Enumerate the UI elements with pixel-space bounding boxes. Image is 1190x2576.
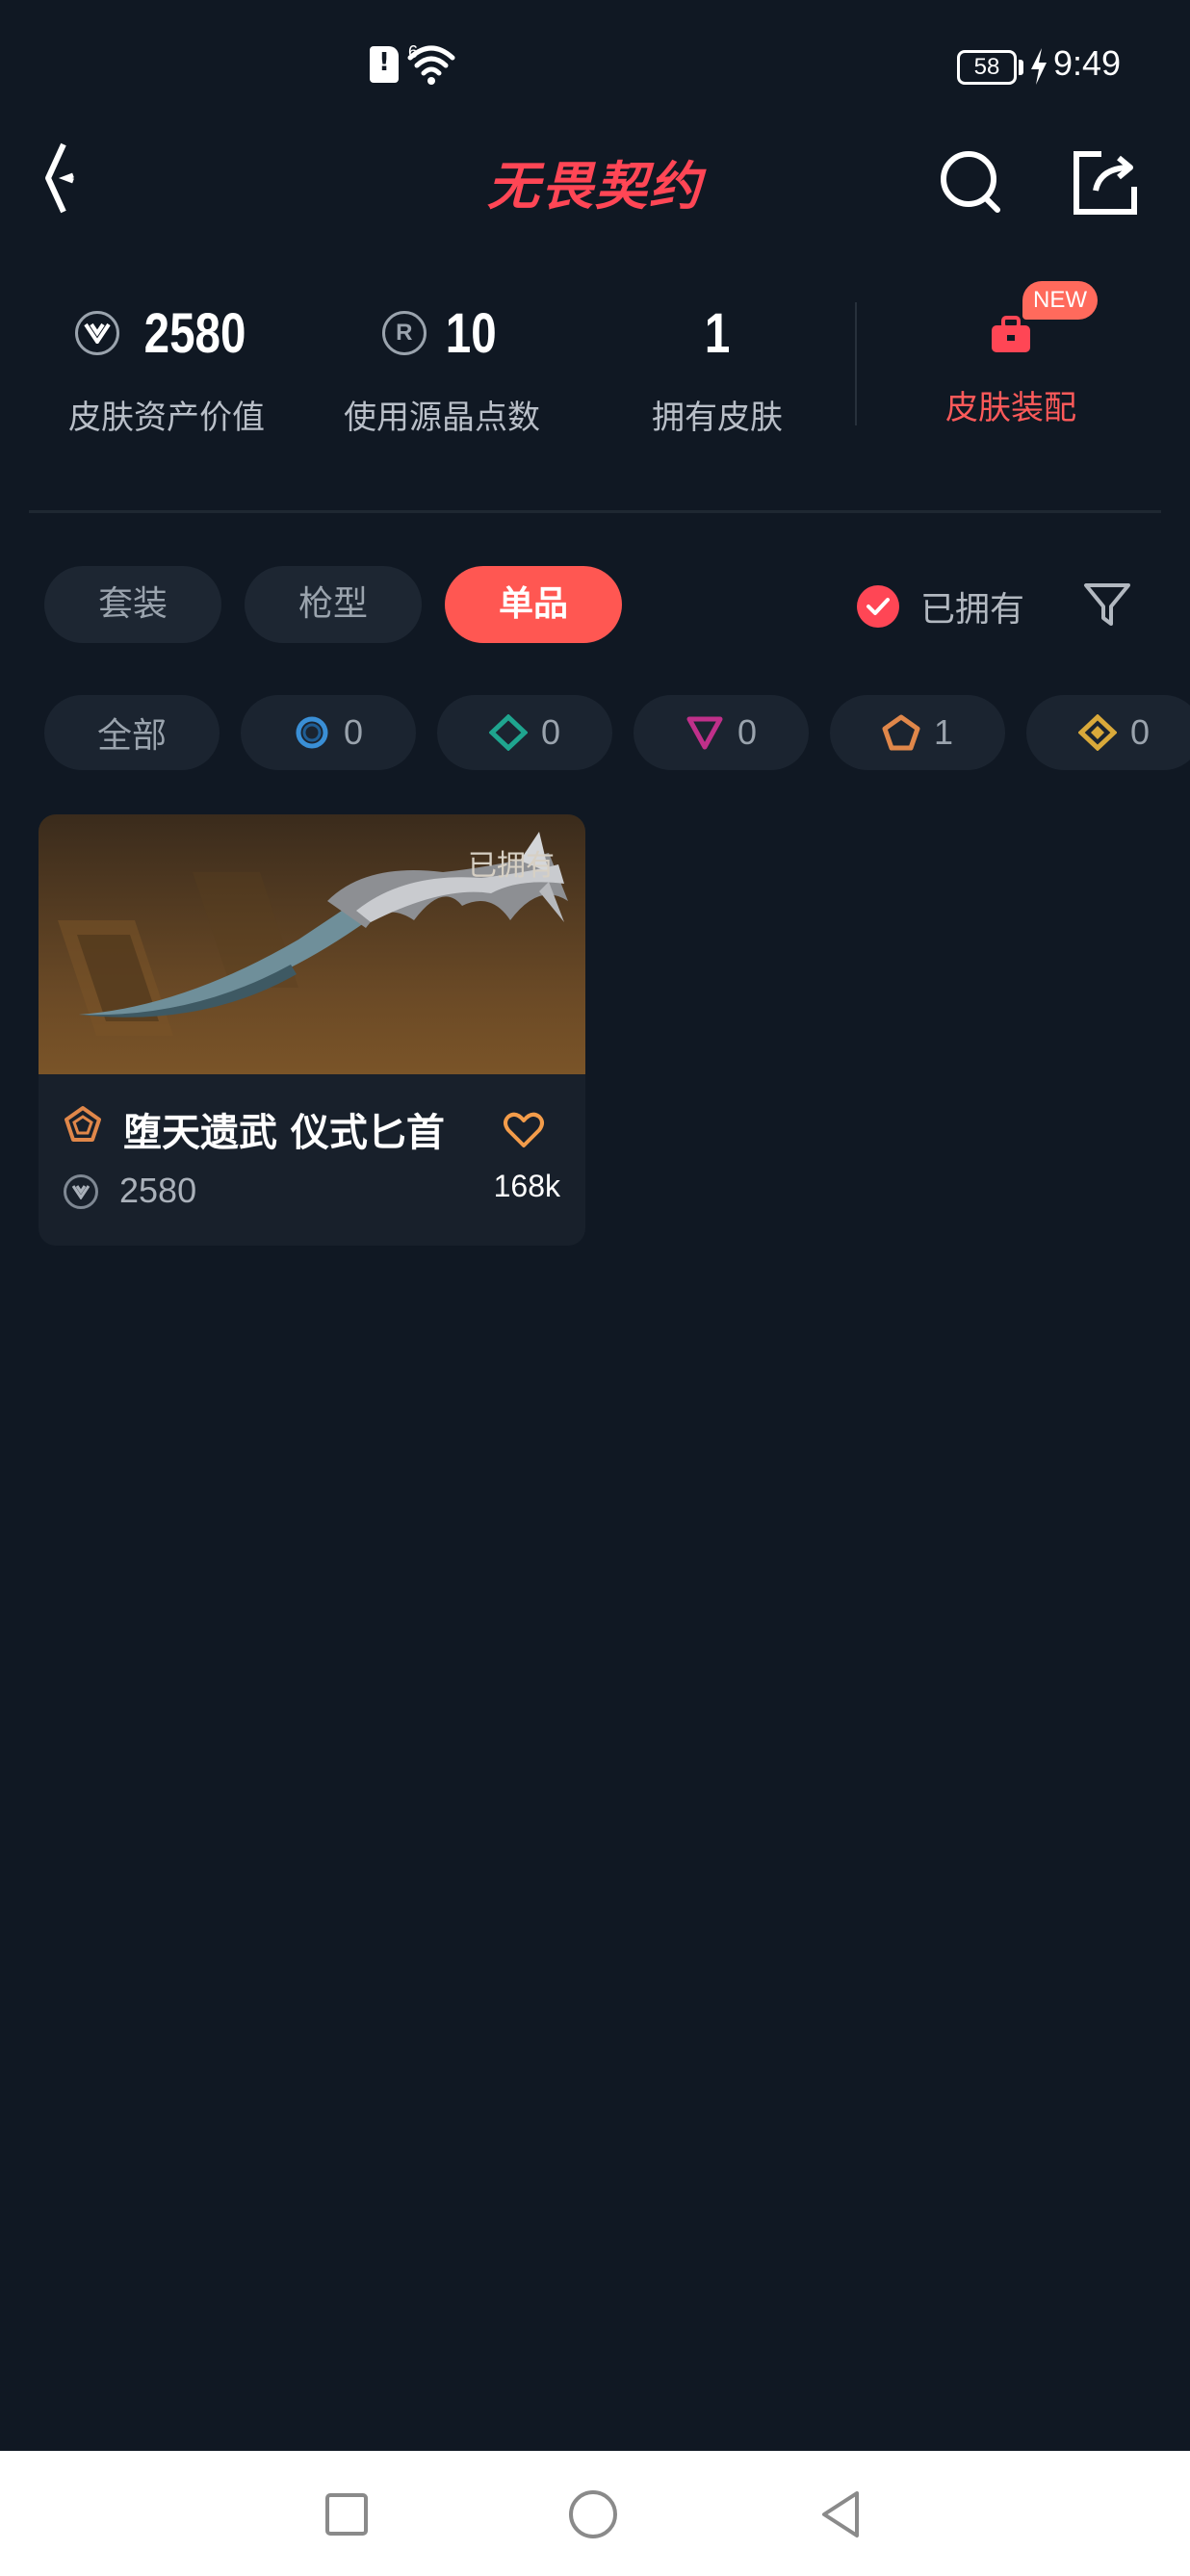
tier-chip-count: 0 <box>540 712 561 752</box>
tier-chip-ultra[interactable]: 0 <box>1026 695 1190 770</box>
owned-filter-label: 已拥有 <box>920 590 1025 630</box>
stat-skin-value: 2580 皮肤资产价值 <box>27 295 306 438</box>
tier-chip-premium[interactable]: 0 <box>634 695 809 770</box>
home-icon[interactable] <box>562 2484 624 2545</box>
stat-divider <box>855 302 857 425</box>
skin-price: 2580 <box>119 1171 197 1210</box>
tier-chip-deluxe[interactable]: 0 <box>437 695 612 770</box>
back-nav-icon[interactable] <box>811 2484 872 2545</box>
stat-radianite: R 10 使用源晶点数 <box>302 295 582 438</box>
loadout-label: 皮肤装配 <box>945 389 1076 427</box>
charging-icon <box>1031 48 1047 85</box>
battery-indicator: 58 <box>957 50 1017 85</box>
system-nav-bar <box>0 2451 1190 2576</box>
filter-icon[interactable] <box>1080 578 1134 631</box>
ultra-tier-icon <box>1077 714 1117 751</box>
sim-alert-icon <box>370 46 399 83</box>
vp-coin-icon <box>75 311 120 355</box>
owned-tag: 已拥有 <box>468 849 555 883</box>
skin-image: 已拥有 <box>39 814 585 1074</box>
battery-tip <box>1019 60 1023 75</box>
new-badge: NEW <box>1022 281 1098 320</box>
tier-chip-count: 0 <box>343 712 364 752</box>
checkbox-checked-icon <box>857 585 899 628</box>
premium-tier-icon <box>686 716 723 750</box>
share-icon[interactable] <box>1067 144 1144 221</box>
tab-weapon-types[interactable]: 枪型 <box>245 566 422 643</box>
stat-label: 使用源晶点数 <box>344 399 540 437</box>
signal-badge: 6 <box>408 42 419 62</box>
skin-card[interactable]: 已拥有 堕天遗武 仪式匕首 2580 168k <box>39 814 585 1246</box>
section-divider <box>29 510 1161 513</box>
select-tier-icon <box>296 716 328 749</box>
stat-owned-skins: 1 拥有皮肤 <box>578 295 857 438</box>
tier-chip-count: 1 <box>933 712 954 752</box>
deluxe-tier-icon <box>488 714 528 751</box>
back-button[interactable] <box>39 135 116 221</box>
stat-label: 皮肤资产价值 <box>68 399 265 437</box>
recent-apps-icon[interactable] <box>316 2484 377 2545</box>
tier-chip-select[interactable]: 0 <box>241 695 416 770</box>
exclusive-tier-icon <box>882 714 920 751</box>
tab-bundles[interactable]: 套装 <box>44 566 221 643</box>
stat-value: 2580 <box>144 301 246 365</box>
skin-name: 堕天遗武 仪式匕首 <box>123 1111 445 1155</box>
heart-icon[interactable] <box>503 1109 545 1151</box>
tier-chip-label: 全部 <box>96 716 167 756</box>
tier-chip-count: 0 <box>1129 712 1151 752</box>
like-count: 168k <box>493 1169 560 1203</box>
stat-value: 1 <box>704 301 731 365</box>
search-icon[interactable] <box>934 142 1011 219</box>
vp-coin-icon <box>64 1174 98 1209</box>
exclusive-tier-icon <box>65 1106 101 1142</box>
tab-items[interactable]: 单品 <box>445 566 622 643</box>
radianite-icon: R <box>381 311 427 355</box>
tier-chip-exclusive[interactable]: 1 <box>830 695 1005 770</box>
stat-label: 拥有皮肤 <box>652 399 783 437</box>
app-logo: 无畏契约 <box>487 154 703 217</box>
owned-filter-toggle[interactable]: 已拥有 <box>857 576 1024 637</box>
clock: 9:49 <box>1053 43 1122 83</box>
tier-chip-all[interactable]: 全部 <box>44 695 220 770</box>
stat-value: 10 <box>445 301 497 365</box>
tier-chip-count: 0 <box>737 712 758 752</box>
